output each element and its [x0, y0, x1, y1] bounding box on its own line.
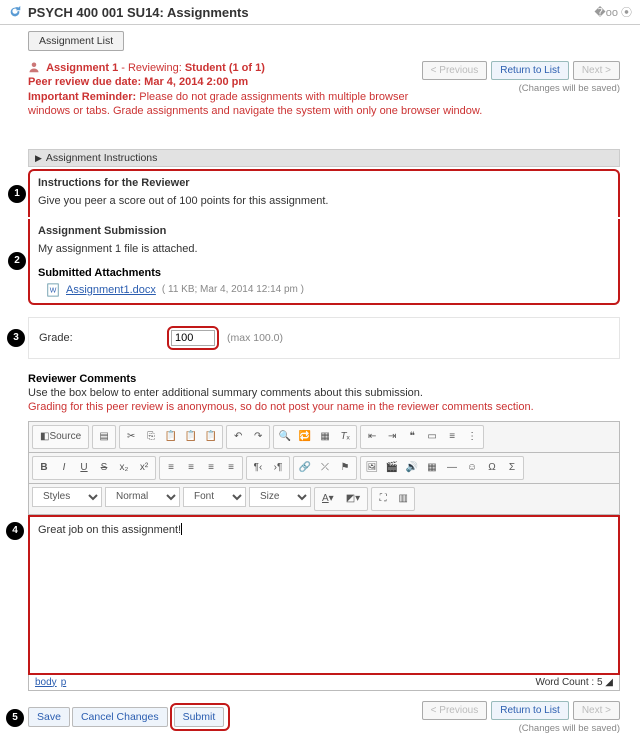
audio-icon[interactable]: 🔊	[402, 458, 422, 478]
person-icon	[28, 61, 40, 73]
grade-row: 3 Grade: (max 100.0)	[28, 317, 620, 359]
attachment-meta: ( 11 KB; Mar 4, 2014 12:14 pm )	[162, 284, 304, 295]
paste-word-icon[interactable]: 📋	[201, 427, 221, 447]
path-body[interactable]: body	[35, 677, 57, 688]
path-p[interactable]: p	[61, 677, 67, 688]
grade-input[interactable]	[171, 330, 215, 346]
styles-select[interactable]: Styles	[32, 487, 102, 507]
textcolor-icon[interactable]: A▾	[316, 489, 340, 509]
reviewer-comments-warn: Grading for this peer review is anonymou…	[28, 401, 620, 413]
rich-text-editor: 4 ◧ Source ▤ ✂ ⎘ 📋 📋 📋 ↶ ↷ 🔍 🔁 ▦ Tₓ ⇤ ⇥ …	[28, 421, 620, 691]
step-badge-5: 5	[6, 709, 24, 727]
showblocks-icon[interactable]: ▥	[393, 489, 413, 509]
submission-text: My assignment 1 file is attached.	[38, 243, 610, 255]
templates-icon[interactable]: ▤	[94, 427, 114, 447]
prev-button: < Previous	[422, 61, 488, 80]
font-select[interactable]: Font	[183, 487, 246, 507]
attachment-link[interactable]: Assignment1.docx	[66, 284, 156, 296]
submission-head: Assignment Submission	[38, 225, 610, 237]
grade-max: (max 100.0)	[227, 332, 283, 344]
unlink-icon[interactable]: ⤫	[315, 458, 335, 478]
chevron-right-icon: ▶	[35, 153, 42, 163]
maximize-icon[interactable]: ⛶	[373, 489, 393, 509]
page-title: PSYCH 400 001 SU14: Assignments	[28, 5, 594, 20]
cancel-button[interactable]: Cancel Changes	[72, 707, 168, 727]
reviewer-instructions-head: Instructions for the Reviewer	[38, 177, 610, 189]
cut-icon[interactable]: ✂	[121, 427, 141, 447]
paste-text-icon[interactable]: 📋	[181, 427, 201, 447]
strike-icon[interactable]: S	[94, 458, 114, 478]
hr-icon[interactable]: —	[442, 458, 462, 478]
grade-label: Grade:	[39, 332, 159, 344]
align-left-icon[interactable]: ≡	[161, 458, 181, 478]
step-badge-1: 1	[8, 185, 26, 203]
removeformat-icon[interactable]: Tₓ	[335, 427, 355, 447]
rtl-icon[interactable]: ›¶	[268, 458, 288, 478]
italic-icon[interactable]: I	[54, 458, 74, 478]
reviewer-instructions-text: Give you peer a score out of 100 points …	[38, 195, 610, 207]
reviewer-comments-head: Reviewer Comments	[28, 373, 620, 385]
editor-path: bodyp	[35, 677, 70, 688]
reminder-text: Important Reminder: Please do not grade …	[28, 90, 488, 119]
return-to-list-button-bottom[interactable]: Return to List	[491, 701, 568, 720]
format-select[interactable]: Normal	[105, 487, 180, 507]
word-doc-icon: W	[46, 283, 60, 297]
submission-box: 2 Assignment Submission My assignment 1 …	[28, 219, 620, 305]
source-button[interactable]: ◧ Source	[34, 427, 87, 447]
image-icon[interactable]: 🖼	[362, 458, 382, 478]
size-select[interactable]: Size	[249, 487, 311, 507]
prev-button-bottom: < Previous	[422, 701, 488, 720]
reviewer-comments-help: Use the box below to enter additional su…	[28, 387, 620, 399]
nav-save-note: (Changes will be saved)	[421, 83, 620, 94]
ltr-icon[interactable]: ¶‹	[248, 458, 268, 478]
align-center-icon[interactable]: ≡	[181, 458, 201, 478]
submit-button[interactable]: Submit	[174, 707, 225, 727]
smiley-icon[interactable]: ☺	[462, 458, 482, 478]
refresh-icon[interactable]	[8, 5, 22, 19]
div-icon[interactable]: ▭	[422, 427, 442, 447]
selectall-icon[interactable]: ▦	[315, 427, 335, 447]
step-badge-3: 3	[7, 329, 25, 347]
link-icon[interactable]: 🔗	[295, 458, 315, 478]
save-button[interactable]: Save	[28, 707, 70, 727]
instructions-accordion[interactable]: ▶Assignment Instructions	[28, 149, 620, 167]
reviewer-instructions-box: 1 Instructions for the Reviewer Give you…	[28, 169, 620, 217]
word-count: Word Count : 5 ◢	[535, 677, 613, 688]
math-icon[interactable]: Σ	[502, 458, 522, 478]
superscript-icon[interactable]: x²	[134, 458, 154, 478]
indent-icon[interactable]: ⇥	[382, 427, 402, 447]
underline-icon[interactable]: U	[74, 458, 94, 478]
tab-assignment-list[interactable]: Assignment List	[28, 31, 124, 51]
next-button: Next >	[573, 61, 620, 80]
anchor-icon[interactable]: ⚑	[335, 458, 355, 478]
step-badge-2: 2	[8, 252, 26, 270]
copy-icon[interactable]: ⎘	[141, 427, 161, 447]
specialchar-icon[interactable]: Ω	[482, 458, 502, 478]
table-icon[interactable]: ▦	[422, 458, 442, 478]
replace-icon[interactable]: 🔁	[295, 427, 315, 447]
editor-textarea[interactable]: Great job on this assignment!	[28, 515, 620, 675]
subscript-icon[interactable]: x₂	[114, 458, 134, 478]
ol-icon[interactable]: ≡	[442, 427, 462, 447]
header-tools[interactable]: �oo ⦿	[594, 4, 632, 20]
undo-icon[interactable]: ↶	[228, 427, 248, 447]
align-justify-icon[interactable]: ≡	[221, 458, 241, 478]
align-right-icon[interactable]: ≡	[201, 458, 221, 478]
find-icon[interactable]: 🔍	[275, 427, 295, 447]
blockquote-icon[interactable]: ❝	[402, 427, 422, 447]
outdent-icon[interactable]: ⇤	[362, 427, 382, 447]
redo-icon[interactable]: ↷	[248, 427, 268, 447]
bold-icon[interactable]: B	[34, 458, 54, 478]
paste-icon[interactable]: 📋	[161, 427, 181, 447]
nav-save-note-bottom: (Changes will be saved)	[421, 723, 620, 734]
next-button-bottom: Next >	[573, 701, 620, 720]
svg-text:W: W	[50, 287, 57, 294]
return-to-list-button[interactable]: Return to List	[491, 61, 568, 80]
movie-icon[interactable]: 🎬	[382, 458, 402, 478]
bgcolor-icon[interactable]: ◩▾	[340, 489, 366, 509]
step-badge-4: 4	[6, 522, 24, 540]
ul-icon[interactable]: ⋮	[462, 427, 482, 447]
attachments-head: Submitted Attachments	[38, 267, 610, 279]
